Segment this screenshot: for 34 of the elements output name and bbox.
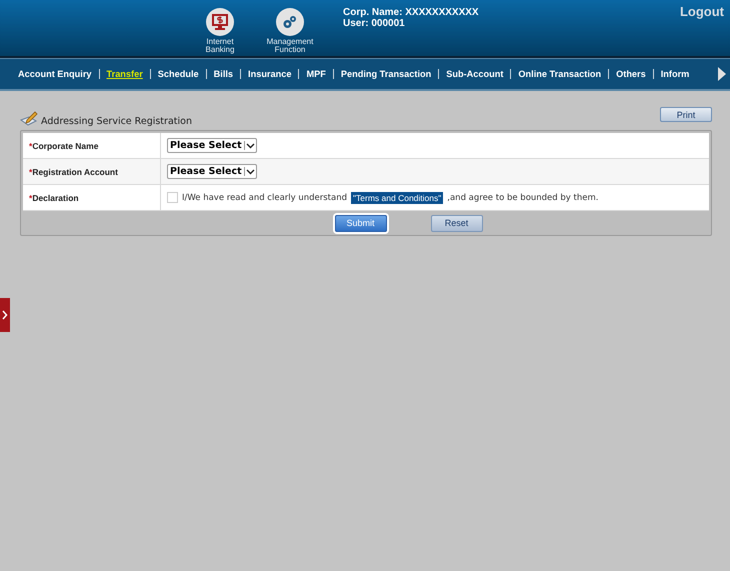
nav-tab[interactable]: Sub-Account: [446, 69, 504, 79]
nav-tab[interactable]: Pending Transaction: [340, 69, 432, 79]
caret-icon: [246, 167, 255, 176]
nav-tab[interactable]: Transfer: [106, 69, 143, 79]
nav-tab[interactable]: Schedule: [158, 69, 199, 79]
expand-tab-icon[interactable]: [0, 298, 10, 332]
select-dropdown[interactable]: Please Select: [167, 164, 257, 179]
nav-tab[interactable]: Inform: [660, 69, 690, 79]
declaration-text: I/We have read and clearly understand: [182, 192, 348, 202]
checkbox[interactable]: [167, 192, 178, 203]
shortcut-label[interactable]: Internet Banking: [196, 38, 244, 54]
nav-tab[interactable]: Insurance: [248, 69, 292, 79]
nav-tab[interactable]: Online Transaction: [518, 69, 602, 79]
corporate-name: Corp. Name: XXXXXXXXXXX: [343, 7, 479, 18]
select-dropdown[interactable]: Please Select: [167, 138, 257, 153]
nav-tab[interactable]: Bills: [214, 69, 234, 79]
shortcut-label[interactable]: Management Function: [266, 38, 314, 54]
field-label: *Registration Account: [23, 158, 160, 184]
form-button[interactable]: Reset: [430, 215, 482, 232]
shortcut-button[interactable]: [206, 8, 234, 36]
nav-tab[interactable]: Others: [616, 69, 646, 79]
nav-tab[interactable]: MPF: [306, 69, 326, 79]
monitor-dollar-icon: [211, 13, 229, 31]
nav-tab[interactable]: Account Enquiry: [18, 69, 92, 79]
shortcut-button[interactable]: [276, 8, 304, 36]
caret-icon: [246, 141, 255, 150]
declaration-text: ,and agree to be bounded by them.: [447, 192, 598, 202]
pencil-notepad-icon: [20, 111, 38, 127]
field-label: *Declaration: [23, 184, 160, 210]
page-title: Addressing Service Registration: [41, 116, 192, 127]
print-button[interactable]: Print: [660, 107, 712, 122]
logout-link[interactable]: Logout: [680, 4, 724, 19]
user-id: User: 000001: [343, 18, 406, 29]
terms-link[interactable]: "Terms and Conditions": [351, 192, 444, 204]
